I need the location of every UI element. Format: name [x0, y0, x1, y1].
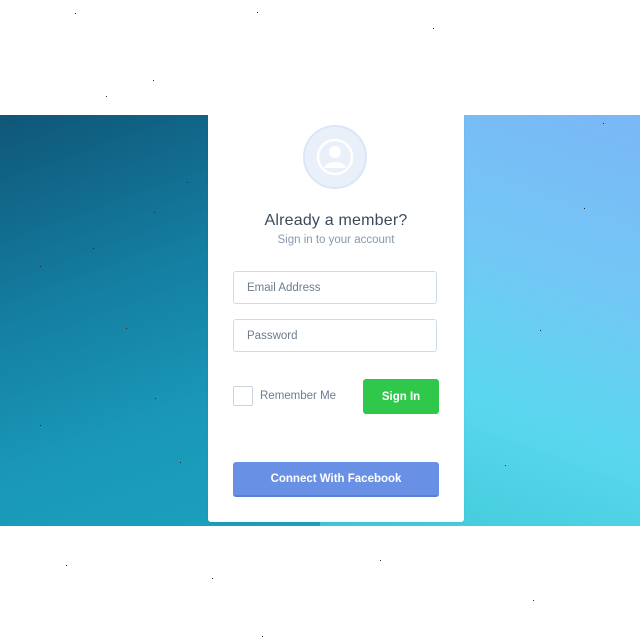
user-silhouette-icon — [316, 138, 354, 176]
connect-facebook-button[interactable]: Connect With Facebook — [233, 462, 439, 497]
remember-me-option[interactable]: Remember Me — [233, 385, 336, 407]
user-avatar-icon — [303, 125, 367, 189]
login-card: Already a member? Sign in to your accoun… — [208, 114, 464, 522]
remember-me-label: Remember Me — [260, 390, 337, 402]
email-field[interactable] — [233, 271, 437, 304]
login-title: Already a member? — [264, 212, 408, 229]
password-field[interactable] — [233, 319, 437, 352]
remember-me-checkbox[interactable] — [233, 386, 253, 406]
login-subtitle: Sign in to your account — [277, 234, 395, 246]
page: Already a member? Sign in to your accoun… — [0, 0, 640, 640]
sign-in-button[interactable]: Sign In — [363, 379, 439, 414]
